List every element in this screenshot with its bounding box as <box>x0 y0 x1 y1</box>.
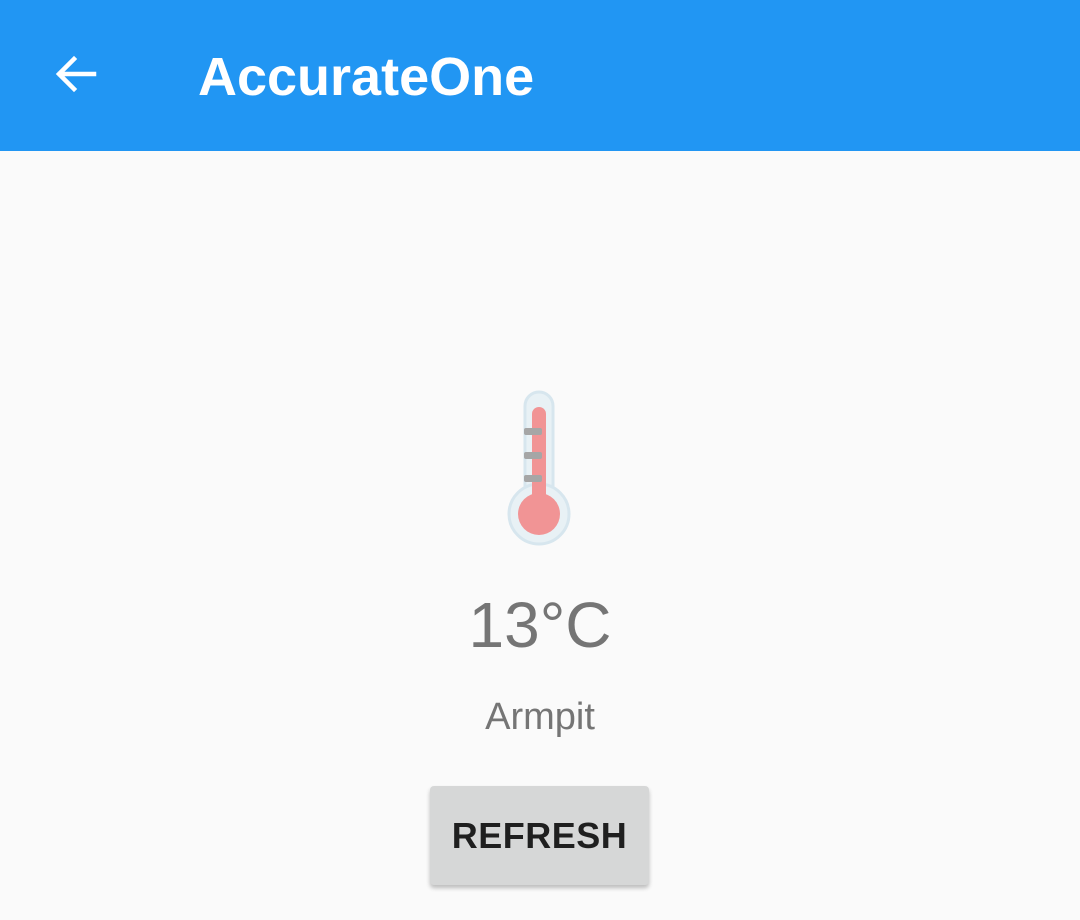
app-bar: AccurateOne <box>0 0 1080 151</box>
thermometer-icon <box>507 390 571 546</box>
arrow-back-icon <box>55 55 97 93</box>
measurement-location: Armpit <box>485 696 595 738</box>
refresh-button[interactable]: REFRESH <box>430 786 649 885</box>
temperature-value: 13°C <box>468 589 612 661</box>
app-title: AccurateOne <box>198 47 535 107</box>
back-button[interactable] <box>38 36 114 112</box>
